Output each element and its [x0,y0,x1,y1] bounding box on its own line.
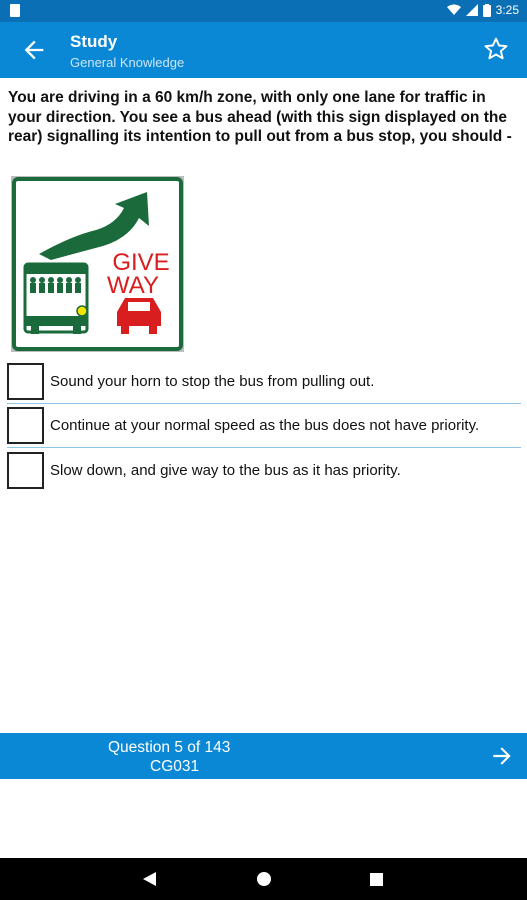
answer-checkbox[interactable] [7,407,44,444]
answer-options: Sound your horn to stop the bus from pul… [7,360,521,492]
question-text: You are driving in a 60 km/h zone, with … [8,89,512,145]
battery-icon [482,3,491,17]
answer-option[interactable]: Continue at your normal speed as the bus… [7,404,521,448]
answer-text: Continue at your normal speed as the bus… [50,417,480,434]
answer-option[interactable]: Slow down, and give way to the bus as it… [7,448,521,492]
status-bar: 3:25 [0,0,527,22]
question-counter: Question 5 of 143 [108,739,231,756]
nav-home-icon[interactable] [257,872,271,886]
signal-icon [465,4,478,16]
question-code: CG031 [150,758,200,775]
nav-recent-apps-icon[interactable] [370,873,383,886]
back-arrow-icon[interactable] [20,36,48,64]
answer-option[interactable]: Sound your horn to stop the bus from pul… [7,360,521,404]
sim-card-icon [10,4,20,17]
system-navigation-bar [0,858,527,900]
answer-text: Slow down, and give way to the bus as it… [50,461,401,479]
app-bar: Study General Knowledge [0,22,527,78]
question-footer: Question 5 of 143 CG031 [0,733,527,779]
answer-checkbox[interactable] [7,363,44,400]
sign-way-text: WAY [107,272,159,299]
status-time: 3:25 [495,3,519,17]
page-subtitle: General Knowledge [70,55,185,70]
nav-back-icon[interactable] [143,872,156,886]
star-icon[interactable] [483,36,509,62]
answer-text: Sound your horn to stop the bus from pul… [50,373,375,390]
answer-checkbox[interactable] [7,451,44,489]
wifi-icon [446,4,461,15]
page-title: Study [70,32,118,51]
next-arrow-icon[interactable] [489,743,515,769]
give-way-bus-sign: GIVE WAY [11,176,184,352]
